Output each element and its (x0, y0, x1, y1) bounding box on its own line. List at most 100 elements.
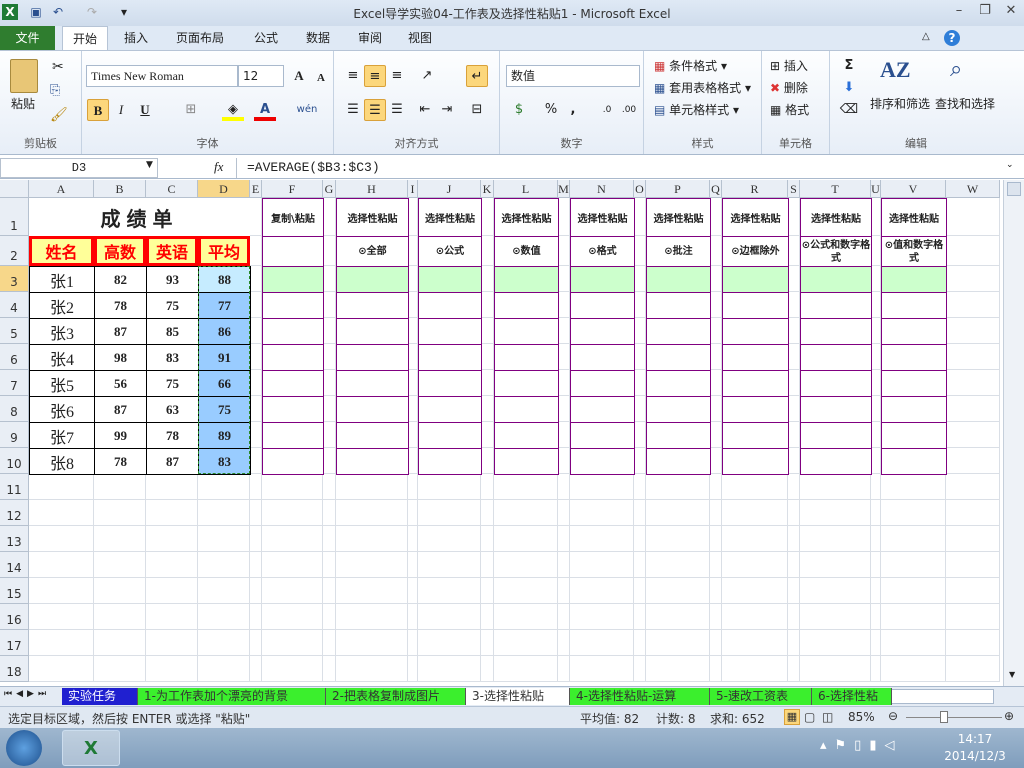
tab-home[interactable]: 开始 (62, 26, 109, 50)
row-header-8[interactable]: 8 (0, 396, 29, 422)
cell[interactable] (946, 552, 1000, 578)
cell[interactable] (408, 266, 418, 292)
cell[interactable] (323, 474, 336, 500)
cell-styles-button[interactable]: ▤ 单元格样式 ▾ (654, 101, 739, 118)
number-format-select[interactable]: 数值 (506, 65, 640, 87)
cell[interactable] (323, 344, 336, 370)
cell[interactable] (250, 396, 262, 422)
cell[interactable] (788, 604, 800, 630)
conditional-formatting-button[interactable]: ▦ 条件格式 ▾ (654, 57, 727, 74)
cell[interactable] (250, 526, 262, 552)
cell[interactable] (871, 526, 881, 552)
tray-icons[interactable]: ▴⚑▯▮◁ (820, 738, 903, 753)
cell[interactable] (871, 370, 881, 396)
score-cell[interactable]: 99 (94, 422, 147, 449)
cell[interactable] (408, 526, 418, 552)
cell[interactable] (336, 474, 408, 500)
score-cell[interactable]: 张2 (29, 292, 95, 319)
cell[interactable] (198, 500, 250, 526)
align-center-icon[interactable]: ☰ (364, 99, 386, 121)
cell[interactable] (262, 578, 323, 604)
cell[interactable] (262, 500, 323, 526)
cell[interactable] (558, 656, 570, 682)
row-header-7[interactable]: 7 (0, 370, 29, 396)
column-header-J[interactable]: J (418, 180, 481, 198)
cell[interactable] (323, 198, 336, 236)
cell[interactable] (800, 604, 871, 630)
row-header-9[interactable]: 9 (0, 422, 29, 448)
cell[interactable] (646, 474, 710, 500)
paste-target-cell[interactable] (336, 448, 409, 475)
column-header-U[interactable]: U (871, 180, 881, 198)
comma-button[interactable]: , (562, 99, 584, 121)
cell[interactable] (788, 552, 800, 578)
cell[interactable] (408, 552, 418, 578)
cell[interactable] (558, 630, 570, 656)
row-header-3[interactable]: 3 (0, 266, 29, 292)
wrap-text-icon[interactable]: ↵ (466, 65, 488, 87)
cell[interactable] (418, 474, 481, 500)
paste-target-cell[interactable] (881, 344, 947, 371)
paste-target-cell[interactable] (418, 448, 482, 475)
cell[interactable] (871, 604, 881, 630)
paste-target-cell[interactable] (494, 318, 559, 345)
cell[interactable] (94, 604, 146, 630)
cell[interactable] (634, 604, 646, 630)
cell[interactable] (336, 578, 408, 604)
column-header-C[interactable]: C (146, 180, 198, 198)
cell[interactable] (558, 292, 570, 318)
expand-formula-bar-icon[interactable]: ⌄ (1006, 160, 1014, 170)
cell[interactable] (336, 656, 408, 682)
cell[interactable] (481, 292, 494, 318)
close-button[interactable]: ✕ (1000, 3, 1022, 18)
paste-target-cell[interactable] (336, 396, 409, 423)
cell[interactable] (788, 396, 800, 422)
cell[interactable] (481, 266, 494, 292)
cell[interactable] (418, 500, 481, 526)
cell[interactable] (250, 448, 262, 474)
cell[interactable] (94, 630, 146, 656)
cell[interactable] (558, 422, 570, 448)
cell[interactable] (494, 604, 558, 630)
cell[interactable] (881, 474, 946, 500)
cell[interactable] (570, 552, 634, 578)
cell[interactable] (323, 318, 336, 344)
phonetic-button[interactable]: wén (296, 99, 318, 121)
paste-target-cell[interactable] (262, 370, 324, 397)
zoom-in-icon[interactable]: ⊕ (1004, 709, 1014, 723)
sheet-tab[interactable]: 5-速改工资表 (710, 688, 812, 705)
cell[interactable] (946, 292, 1000, 318)
cell[interactable] (946, 266, 1000, 292)
cell[interactable] (570, 500, 634, 526)
cell[interactable] (198, 474, 250, 500)
paste-target-cell[interactable] (494, 448, 559, 475)
cell[interactable] (558, 370, 570, 396)
cell[interactable] (788, 578, 800, 604)
paste-target-cell[interactable] (646, 266, 711, 293)
paste-target-cell[interactable] (881, 422, 947, 449)
zoom-level[interactable]: 85% (848, 710, 875, 724)
cell[interactable] (481, 604, 494, 630)
cell[interactable] (634, 266, 646, 292)
cell[interactable] (323, 236, 336, 266)
increase-decimal-icon[interactable]: .0 (596, 99, 618, 121)
tab-data[interactable]: 数据 (296, 26, 340, 50)
cell[interactable] (710, 500, 722, 526)
cell[interactable] (946, 422, 1000, 448)
cell[interactable] (250, 578, 262, 604)
paste-target-cell[interactable] (262, 448, 324, 475)
cell[interactable] (558, 344, 570, 370)
cell[interactable] (710, 318, 722, 344)
italic-button[interactable]: I (110, 99, 132, 121)
cell[interactable] (250, 236, 262, 266)
zoom-out-icon[interactable]: ⊖ (888, 709, 898, 723)
cell[interactable] (710, 448, 722, 474)
sheet-tab[interactable]: 1-为工作表加个漂亮的背景 (138, 688, 326, 705)
cell[interactable] (788, 292, 800, 318)
column-header-L[interactable]: L (494, 180, 558, 198)
cell[interactable] (418, 552, 481, 578)
cell[interactable] (788, 344, 800, 370)
cell[interactable] (634, 630, 646, 656)
row-header-17[interactable]: 17 (0, 630, 29, 656)
cell[interactable] (946, 396, 1000, 422)
